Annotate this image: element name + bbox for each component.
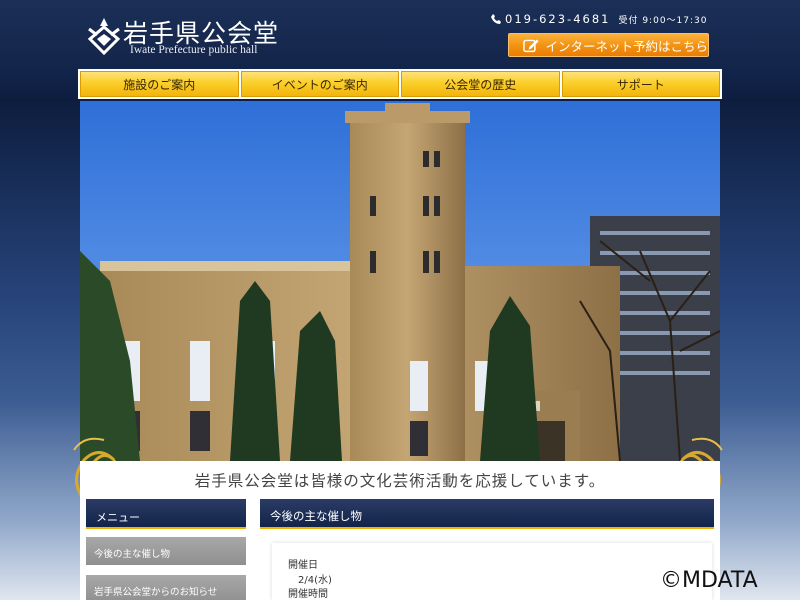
phone-icon [491, 14, 501, 24]
sidebar-item-announcements[interactable]: 岩手県公会堂からのお知らせ [86, 575, 246, 600]
global-nav: 施設のご案内 イベントのご案内 公会堂の歴史 サポート [78, 69, 722, 99]
site-subtitle: Iwate Prefecture public hall [130, 44, 258, 56]
events-section-title: 今後の主な催し物 [260, 499, 714, 529]
nav-item-history[interactable]: 公会堂の歴史 [401, 71, 560, 97]
event-card: 開催日 2/4(水) 開催時間 [272, 543, 712, 600]
nav-item-facility[interactable]: 施設のご案内 [80, 71, 239, 97]
tagline-text: 岩手県公会堂は皆様の文化芸術活動を応援しています。 [194, 472, 606, 490]
business-hours: 受付 9:00〜17:30 [618, 15, 708, 26]
event-date-label: 開催日 [288, 560, 318, 571]
watermark: ©MDATA [660, 568, 758, 593]
hero-image [80, 101, 720, 461]
tagline-band: 岩手県公会堂は皆様の文化芸術活動を応援しています。 [80, 461, 720, 497]
phone-number: 019-623-4681 [505, 12, 611, 26]
nav-item-events[interactable]: イベントのご案内 [240, 71, 399, 97]
nav-item-support[interactable]: サポート [561, 71, 720, 97]
logo-emblem-icon[interactable] [87, 17, 121, 55]
event-time-label: 開催時間 [288, 589, 328, 600]
sidebar-menu-title: メニュー [86, 499, 246, 529]
internet-reservation-button[interactable]: インターネット予約はこちら [508, 33, 709, 57]
reservation-label: インターネット予約はこちら [545, 38, 708, 54]
contact-info: 019-623-4681 受付 9:00〜17:30 [490, 12, 707, 26]
pen-icon [523, 39, 539, 53]
main-content: メニュー 今後の主な催し物 岩手県公会堂からのお知らせ 今後の主な催し物 開催日… [80, 497, 720, 600]
sidebar-item-upcoming-events[interactable]: 今後の主な催し物 [86, 537, 246, 565]
event-date-value: 2/4(水) [298, 574, 332, 586]
site-header: 岩手県公会堂 Iwate Prefecture public hall 019-… [0, 0, 800, 66]
